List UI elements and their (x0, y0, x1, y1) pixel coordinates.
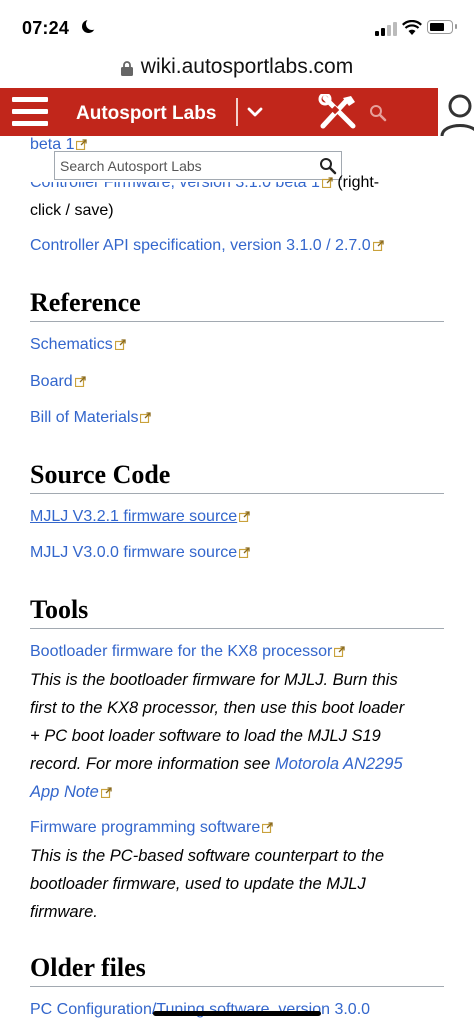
controller-firmware-link[interactable]: Controller Firmware, version 3.1.0 beta … (30, 182, 320, 192)
tools-icon[interactable] (317, 94, 359, 130)
site-header: Autosport Labs (0, 88, 474, 136)
older-files-heading: Older files (30, 953, 444, 987)
external-link-icon (74, 376, 86, 387)
address-bar[interactable]: wiki.autosportlabs.com (0, 46, 474, 88)
programming-desc-line: bootloader firmware, used to update the … (30, 875, 366, 893)
controller-firmware-note: (right- (332, 174, 380, 191)
cellular-signal-icon (375, 22, 397, 36)
url-text[interactable]: wiki.autosportlabs.com (141, 55, 353, 79)
bill-of-materials-link[interactable]: Bill of Materials (30, 409, 138, 426)
status-bar: 07:24 (0, 0, 474, 46)
reference-item: Bill of Materials (30, 409, 152, 427)
chevron-down-icon[interactable] (245, 102, 265, 122)
mjlj-v300-source-link[interactable]: MJLJ V3.0.0 firmware source (30, 544, 237, 561)
reference-item: Schematics (30, 336, 126, 354)
hamburger-menu-icon[interactable] (12, 97, 48, 127)
external-link-icon (100, 787, 112, 798)
controller-firmware-line: Controller Firmware, version 3.1.0 beta … (30, 174, 379, 192)
external-link-icon (140, 412, 152, 423)
motorola-an2295-link[interactable]: Motorola AN2295 (275, 755, 403, 773)
home-indicator[interactable] (153, 1011, 321, 1016)
wifi-icon (402, 20, 422, 35)
moon-icon (82, 18, 98, 33)
firmware-programming-link[interactable]: Firmware programming software (30, 819, 260, 836)
bootloader-desc-line: record. For more information see Motorol… (30, 755, 403, 773)
external-link-icon (321, 177, 333, 188)
user-avatar[interactable] (436, 88, 474, 136)
app-note-link[interactable]: App Note (30, 783, 99, 801)
bootloader-desc-line: + PC boot loader software to load the MJ… (30, 727, 381, 745)
battery-icon (427, 20, 457, 34)
schematics-link[interactable]: Schematics (30, 336, 113, 353)
source-code-heading: Source Code (30, 460, 444, 494)
external-link-icon (76, 139, 88, 150)
api-spec-link[interactable]: Controller API specification, version 3.… (30, 237, 371, 254)
external-link-icon (372, 240, 384, 251)
bootloader-line: Bootloader firmware for the KX8 processo… (30, 643, 346, 661)
lock-icon (120, 60, 133, 76)
external-link-icon (262, 822, 273, 833)
reference-item: Board (30, 373, 86, 391)
tools-heading: Tools (30, 595, 444, 629)
external-link-icon (334, 646, 346, 657)
status-time: 07:24 (22, 18, 70, 38)
bootloader-desc-text: record. For more information see (30, 755, 275, 773)
api-spec-line: Controller API specification, version 3.… (30, 237, 384, 255)
programming-line: Firmware programming software (30, 819, 273, 837)
reference-heading: Reference (30, 288, 444, 322)
external-link-icon (114, 339, 126, 350)
user-avatar-icon (440, 94, 474, 136)
bootloader-firmware-link[interactable]: Bootloader firmware for the KX8 processo… (30, 643, 332, 660)
search-icon[interactable] (369, 104, 387, 122)
site-brand[interactable]: Autosport Labs (76, 103, 216, 125)
older-files-item: PC Configuration/Tuning software, versio… (30, 1001, 370, 1019)
source-item: MJLJ V3.2.1 firmware source (30, 508, 250, 526)
motorola-link-line: App Note (30, 783, 112, 801)
source-item: MJLJ V3.0.0 firmware source (30, 544, 250, 562)
programming-desc-line: This is the PC-based software counterpar… (30, 847, 385, 865)
bootloader-desc-line: This is the bootloader firmware for MJLJ… (30, 671, 398, 689)
search-submit-icon[interactable] (319, 157, 337, 175)
mjlj-v321-source-link[interactable]: MJLJ V3.2.1 firmware source (30, 508, 237, 525)
external-link-icon (239, 511, 250, 522)
external-link-icon (239, 547, 250, 558)
programming-desc-line: firmware. (30, 903, 98, 921)
board-link[interactable]: Board (30, 373, 73, 390)
bootloader-desc-line: first to the KX8 processor, then use thi… (30, 699, 405, 717)
controller-firmware-note-2: click / save) (30, 202, 114, 219)
header-divider (236, 98, 238, 126)
